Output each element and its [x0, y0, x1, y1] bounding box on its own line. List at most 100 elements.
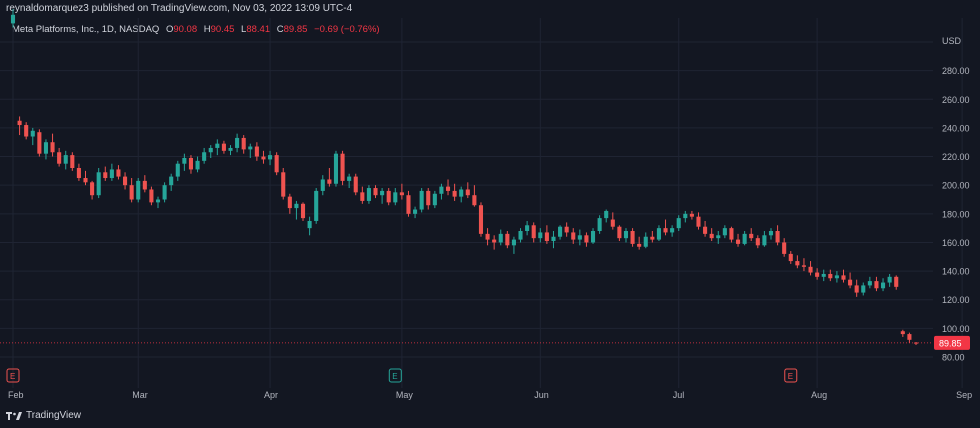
- candle: [228, 145, 233, 156]
- candle: [50, 133, 55, 157]
- candle-body: [795, 261, 800, 266]
- candle-body: [861, 285, 866, 293]
- candle-body: [76, 168, 81, 179]
- candle: [103, 166, 108, 181]
- candle: [24, 122, 29, 140]
- candle-body: [103, 172, 108, 179]
- candle: [815, 268, 820, 280]
- candle: [498, 229, 503, 246]
- candle-body: [663, 228, 668, 233]
- y-tick-label: 140.00: [942, 267, 970, 277]
- earnings-marker: E: [784, 368, 798, 383]
- candle: [656, 225, 661, 242]
- candle: [834, 271, 839, 283]
- x-tick-label: Jul: [673, 390, 685, 400]
- candle: [149, 186, 154, 206]
- candle: [670, 225, 675, 237]
- candlestick-chart[interactable]: USD 280.00 260.00 240.00 220.00 200.00 180.00 1…: [0, 0, 980, 428]
- y-tick-label: 80.00: [942, 353, 965, 363]
- candle-body: [169, 176, 174, 186]
- price-axis: USD 280.00 260.00 240.00 220.00 200.00 180.00 1…: [942, 36, 970, 363]
- candle: [511, 236, 516, 254]
- candle: [360, 186, 365, 204]
- candle-body: [881, 282, 886, 289]
- candle: [617, 225, 622, 242]
- candle-body: [123, 176, 128, 186]
- candle-body: [432, 193, 437, 206]
- candle: [788, 251, 793, 264]
- candle-body: [182, 157, 187, 164]
- candle: [63, 150, 68, 170]
- candle: [709, 228, 714, 242]
- candle: [116, 165, 121, 180]
- candle-body: [874, 281, 879, 289]
- candle-body: [373, 188, 378, 196]
- candle-body: [703, 226, 708, 234]
- candle-body: [656, 228, 661, 240]
- candle: [340, 150, 345, 186]
- candle: [742, 231, 747, 246]
- candle: [452, 183, 457, 201]
- candle-body: [735, 239, 741, 244]
- candle: [426, 188, 431, 210]
- candle-body: [848, 279, 853, 286]
- candle-body: [564, 226, 569, 233]
- candle: [294, 200, 299, 220]
- candle-body: [399, 192, 404, 196]
- candle-body: [755, 238, 760, 246]
- candle: [577, 229, 582, 246]
- candle-body: [109, 169, 114, 179]
- candle-body: [643, 236, 648, 247]
- candle-body: [43, 142, 48, 154]
- candle: [558, 225, 563, 240]
- candle-body: [617, 226, 622, 239]
- x-tick-label: Sep: [956, 390, 972, 400]
- candle-body: [815, 272, 820, 277]
- earnings-marker-label: E: [392, 372, 397, 381]
- candle-body: [459, 189, 464, 197]
- candle: [248, 143, 253, 158]
- candle-body: [610, 219, 615, 227]
- candle-body: [70, 155, 75, 168]
- candle: [235, 133, 240, 153]
- candle-body: [24, 125, 29, 137]
- candle-body: [676, 218, 681, 229]
- candle: [241, 135, 246, 154]
- candle: [663, 219, 668, 236]
- candle-body: [551, 236, 556, 242]
- candle-body: [485, 233, 490, 240]
- candle: [162, 182, 167, 203]
- candle: [801, 258, 806, 272]
- candle: [202, 147, 207, 164]
- candle: [459, 186, 464, 203]
- candle-body: [202, 152, 207, 161]
- candle-body: [834, 275, 839, 279]
- candle: [696, 212, 701, 230]
- candle-body: [683, 213, 688, 219]
- candle: [366, 185, 371, 204]
- candle: [881, 278, 886, 292]
- candle-body: [261, 156, 266, 160]
- candle-body: [538, 232, 543, 239]
- candle-body: [320, 179, 325, 191]
- candle-body: [907, 334, 912, 340]
- candle: [768, 228, 774, 240]
- y-tick-label: 120.00: [942, 295, 970, 305]
- candle: [83, 170, 88, 186]
- candle: [492, 235, 497, 250]
- candle-body: [670, 228, 675, 233]
- candle-body: [801, 265, 806, 267]
- candle: [432, 190, 437, 209]
- candle: [393, 188, 398, 206]
- candle-body: [525, 225, 530, 231]
- x-tick-label: Feb: [8, 390, 24, 400]
- candle-body: [241, 137, 246, 150]
- candle: [419, 188, 424, 213]
- candle: [867, 276, 872, 289]
- candle-body: [841, 275, 846, 280]
- candle-body: [248, 146, 253, 150]
- candle: [808, 261, 813, 276]
- candle-body: [577, 235, 582, 240]
- candle-body: [511, 239, 516, 246]
- candle: [155, 196, 161, 209]
